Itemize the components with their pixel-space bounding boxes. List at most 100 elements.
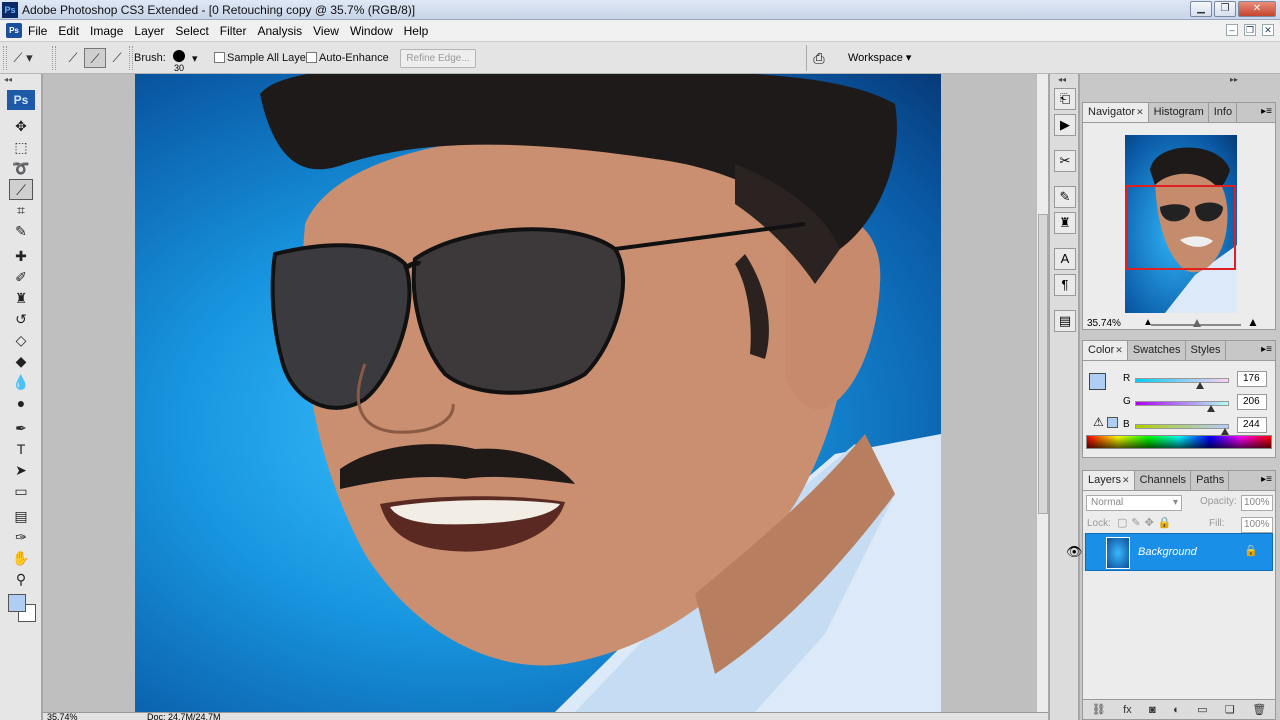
blur-tool-icon[interactable]: 💧 (9, 372, 33, 393)
options-grip[interactable] (3, 46, 7, 70)
layer-style-icon[interactable]: fx (1123, 700, 1132, 719)
panel-menu-icon[interactable]: ▸≡ (1261, 106, 1272, 117)
layer-mask-icon[interactable]: ◙ (1149, 700, 1156, 719)
brush-picker-arrow[interactable]: ▾ (192, 52, 198, 65)
type-tool-icon[interactable]: T (9, 439, 33, 460)
color-spectrum-ramp[interactable] (1086, 435, 1272, 449)
panel-menu-icon[interactable]: ▸≡ (1261, 474, 1272, 485)
zoom-in-icon[interactable]: ▲ (1247, 315, 1259, 329)
new-group-icon[interactable]: ▭ (1197, 700, 1207, 719)
new-selection-mode-button[interactable]: ⟋ (62, 48, 84, 68)
slice-tool-icon[interactable]: ✎ (9, 221, 33, 242)
tab-channels[interactable]: Channels (1135, 471, 1192, 490)
red-slider-bar[interactable] (1135, 378, 1229, 383)
shape-tool-icon[interactable]: ▭ (9, 481, 33, 502)
layer-comps-icon[interactable]: ▤ (1054, 310, 1076, 332)
brush-tool-icon[interactable]: ✐ (9, 267, 33, 288)
close-icon[interactable]: ✕ (1136, 107, 1144, 117)
lock-icons[interactable]: ▢✎✥🔒 (1117, 516, 1176, 529)
opacity-field[interactable]: 100% (1241, 495, 1273, 511)
navigator-zoom-value[interactable]: 35.74% (1087, 318, 1121, 329)
minimize-button[interactable]: ▁ (1190, 1, 1212, 17)
clone-source-icon[interactable]: ♜ (1054, 212, 1076, 234)
canvas-area[interactable] (43, 74, 1036, 712)
close-icon[interactable]: ✕ (1122, 475, 1130, 485)
menu-filter[interactable]: Filter (220, 24, 247, 38)
dock-collapse[interactable]: ◂◂ (1058, 74, 1066, 86)
paragraph-panel-icon[interactable]: ¶ (1054, 274, 1076, 296)
zoom-tool-icon[interactable]: ⚲ (9, 569, 33, 590)
green-slider-marker[interactable] (1206, 405, 1215, 412)
menu-view[interactable]: View (313, 24, 339, 38)
actions-panel-icon[interactable]: ▶ (1054, 114, 1076, 136)
menu-window[interactable]: Window (350, 24, 393, 38)
green-value-field[interactable]: 206 (1237, 394, 1267, 410)
link-layers-icon[interactable]: ⛓ (1092, 700, 1106, 719)
doc-close-button[interactable]: ✕ (1262, 24, 1274, 36)
layer-row[interactable]: 👁 Background 🔒 (1066, 533, 1273, 571)
add-to-selection-mode-button[interactable]: ⟋ (84, 48, 106, 68)
layer-name[interactable]: Background (1138, 546, 1197, 558)
menu-edit[interactable]: Edit (58, 24, 79, 38)
document-icon[interactable]: Ps (6, 23, 22, 38)
auto-enhance-checkbox[interactable] (306, 52, 317, 63)
path-selection-tool-icon[interactable]: ➤ (9, 460, 33, 481)
red-value-field[interactable]: 176 (1237, 371, 1267, 387)
scrollbar-thumb[interactable] (1038, 214, 1048, 514)
brush-preview-icon[interactable] (173, 50, 185, 62)
navigator-zoom-slider[interactable] (1151, 319, 1241, 327)
brushes-panel-icon[interactable]: ✎ (1054, 186, 1076, 208)
zoom-out-icon[interactable]: ▲ (1143, 317, 1153, 328)
tab-histogram[interactable]: Histogram (1149, 103, 1209, 122)
fill-field[interactable]: 100% (1241, 517, 1273, 533)
menu-file[interactable]: File (28, 24, 47, 38)
menu-analysis[interactable]: Analysis (257, 24, 302, 38)
paint-bucket-tool-icon[interactable]: ◆ (9, 351, 33, 372)
blue-value-field[interactable]: 244 (1237, 417, 1267, 433)
pen-tool-icon[interactable]: ✒ (9, 418, 33, 439)
palette-well-icon[interactable]: ⎙ (808, 50, 830, 66)
tab-paths[interactable]: Paths (1191, 471, 1230, 490)
tab-navigator[interactable]: Navigator✕ (1083, 103, 1149, 122)
ps-badge[interactable]: Ps (7, 90, 35, 110)
toolbox-collapse[interactable]: ◂◂ (0, 74, 41, 86)
lasso-tool-icon[interactable]: ➰ (9, 158, 33, 179)
restore-button[interactable]: ❐ (1214, 1, 1236, 17)
status-zoom[interactable]: 35.74% (47, 713, 78, 720)
foreground-color-swatch[interactable] (8, 594, 26, 612)
tool-presets-icon[interactable]: ✂ (1054, 150, 1076, 172)
close-icon[interactable]: ✕ (1115, 345, 1123, 355)
crop-tool-icon[interactable]: ⌗ (9, 200, 33, 221)
eraser-tool-icon[interactable]: ◇ (9, 330, 33, 351)
color-swatches[interactable] (8, 594, 38, 624)
trash-icon[interactable]: 🗑 (1252, 700, 1266, 719)
hand-tool-icon[interactable]: ✋ (9, 548, 33, 569)
menu-image[interactable]: Image (90, 24, 123, 38)
tab-styles[interactable]: Styles (1186, 341, 1226, 360)
dodge-tool-icon[interactable]: ● (9, 393, 33, 414)
tab-info[interactable]: Info (1209, 103, 1238, 122)
history-panel-icon[interactable]: ⎗ (1054, 88, 1076, 110)
sample-all-layers-checkbox[interactable] (214, 52, 225, 63)
quick-selection-tool-icon[interactable]: ⟋ (9, 179, 33, 200)
tab-swatches[interactable]: Swatches (1128, 341, 1186, 360)
panel-menu-icon[interactable]: ▸≡ (1261, 344, 1272, 355)
tab-layers[interactable]: Layers✕ (1083, 471, 1135, 490)
healing-brush-tool-icon[interactable]: ✚ (9, 246, 33, 267)
move-tool-icon[interactable]: ✥ (9, 116, 33, 137)
subtract-selection-mode-button[interactable]: ⟋ (106, 48, 128, 68)
red-slider-marker[interactable] (1195, 382, 1204, 389)
panels-collapse[interactable]: ▸▸ (1230, 74, 1238, 86)
clone-stamp-tool-icon[interactable]: ♜ (9, 288, 33, 309)
notes-tool-icon[interactable]: ▤ (9, 506, 33, 527)
tool-preset-picker[interactable]: ⟋ ▾ (12, 48, 34, 68)
workspace-menu[interactable]: Workspace ▾ (848, 51, 911, 64)
eyedropper-tool-icon[interactable]: ✑ (9, 527, 33, 548)
tab-color[interactable]: Color✕ (1083, 341, 1128, 360)
slider-knob[interactable] (1193, 319, 1201, 327)
adjustment-layer-icon[interactable]: ◐ (1173, 700, 1180, 719)
history-brush-tool-icon[interactable]: ↺ (9, 309, 33, 330)
menu-layer[interactable]: Layer (134, 24, 164, 38)
color-foreground-swatch[interactable] (1089, 373, 1106, 390)
character-panel-icon[interactable]: A (1054, 248, 1076, 270)
